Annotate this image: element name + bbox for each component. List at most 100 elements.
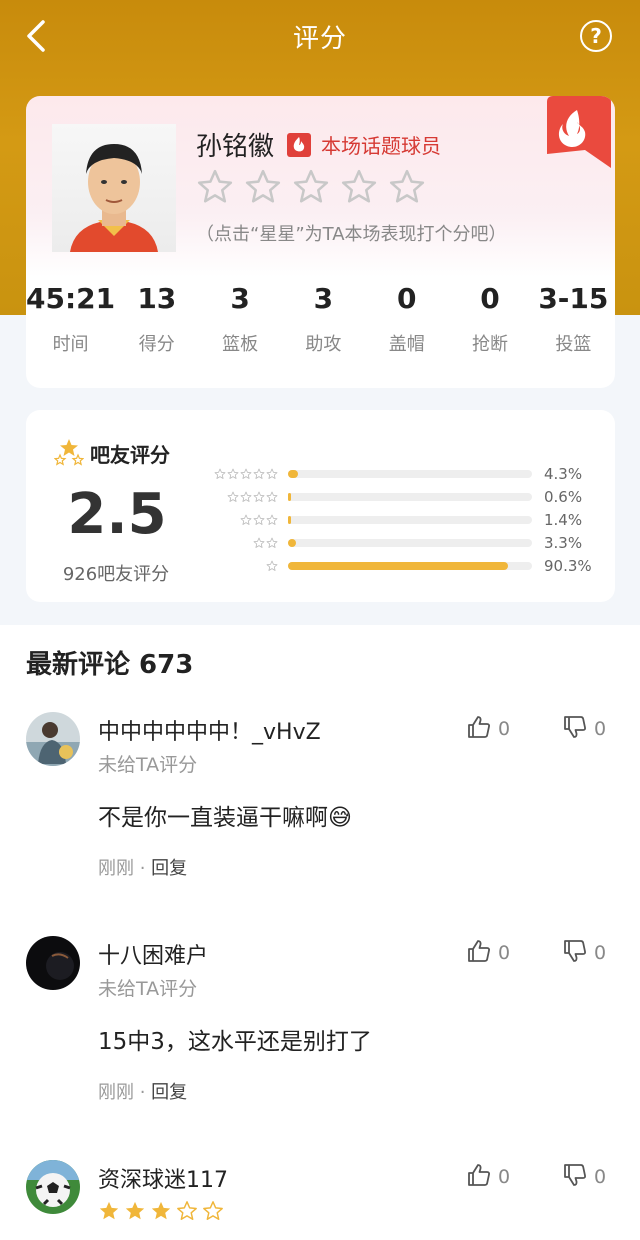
star-outline-icon: [266, 514, 278, 525]
fan-rating-count: 926吧友评分: [62, 564, 170, 585]
stat-value: 13: [137, 282, 177, 315]
fan-rating-score: 2.5: [67, 482, 167, 547]
like-button[interactable]: 0: [466, 714, 510, 744]
chevron-left-icon: [27, 20, 45, 52]
stat-label: 助攻: [305, 334, 342, 355]
star-outline-icon: [266, 468, 278, 479]
distribution-stars: [202, 514, 278, 526]
stat-value: 0: [480, 282, 500, 315]
rating-hint: （点击“星星”为TA本场表现打个分吧）: [196, 224, 507, 245]
distribution-track: [288, 516, 532, 524]
star-outline-icon: [253, 514, 265, 525]
star-outline-icon[interactable]: [244, 168, 282, 206]
comment-username[interactable]: 十八困难户: [98, 938, 208, 970]
star-outline-icon: [240, 468, 252, 479]
star-filled-icon: [125, 1201, 145, 1220]
dislike-count: 0: [594, 1166, 607, 1188]
like-count: 0: [498, 1166, 511, 1188]
stat-assists: 3 助攻: [282, 282, 365, 356]
comment-meta: 刚刚 · 回复: [98, 854, 187, 880]
comment-text: 不是你一直装逼干嘛啊😅: [98, 805, 352, 831]
like-button[interactable]: 0: [466, 938, 510, 968]
distribution-bar: [288, 470, 299, 478]
fan-rating-card: 吧友评分 2.5 926吧友评分 4.3% 0.6% 1.4% 3.3% 90.3%: [26, 410, 615, 602]
star-outline-icon: [240, 491, 252, 502]
distribution-row: 0.6%: [202, 487, 594, 507]
stat-value: 3: [230, 282, 250, 315]
fan-rating-title: 吧友评分: [90, 442, 170, 467]
distribution-stars: [202, 491, 278, 503]
distribution-bar: [288, 516, 292, 524]
like-count: 0: [498, 942, 511, 964]
star-outline-icon: [203, 1201, 223, 1220]
thumbs-up-icon: [466, 714, 492, 744]
rating-stars[interactable]: [196, 168, 426, 206]
distribution-track: [288, 493, 532, 501]
stat-blocks: 0 盖帽: [365, 282, 448, 356]
nav-bar: 评分 ?: [0, 0, 640, 72]
back-button[interactable]: [18, 18, 54, 54]
star-outline-icon[interactable]: [388, 168, 426, 206]
dislike-count: 0: [594, 942, 607, 964]
star-outline-icon: [253, 468, 265, 479]
distribution-track: [288, 470, 532, 478]
stat-label: 篮板: [222, 334, 259, 355]
star-outline-icon[interactable]: [292, 168, 330, 206]
player-stats: 45:21 时间 13 得分 3 篮板 3 助攻 0 盖帽 0 抢断 3-15 …: [26, 282, 615, 356]
star-outline-icon[interactable]: [196, 168, 234, 206]
comment-rating-text: 未给TA评分: [98, 754, 198, 776]
star-outline-icon[interactable]: [340, 168, 378, 206]
question-icon: ?: [590, 24, 602, 48]
comment-time: 刚刚: [98, 858, 134, 879]
avatar[interactable]: [26, 712, 80, 766]
meta-separator: ·: [134, 858, 152, 879]
distribution-track: [288, 539, 532, 547]
thumbs-up-icon: [466, 1162, 492, 1192]
reply-button[interactable]: 回复: [151, 1082, 187, 1103]
dislike-button[interactable]: 0: [562, 714, 606, 744]
avatar[interactable]: [26, 936, 80, 990]
thumbs-up-icon: [466, 938, 492, 968]
distribution-bar: [288, 493, 291, 501]
thumbs-down-icon: [562, 714, 588, 744]
help-button[interactable]: ?: [580, 20, 612, 52]
star-outline-icon: [177, 1201, 197, 1220]
thumbs-down-icon: [562, 938, 588, 968]
star-filled-icon: [151, 1201, 171, 1220]
distribution-track: [288, 562, 532, 570]
fan-rating-header: 吧友评分: [54, 438, 170, 468]
stat-label: 盖帽: [388, 334, 425, 355]
avatar[interactable]: [26, 1160, 80, 1214]
like-count: 0: [498, 718, 511, 740]
comment-username[interactable]: 中中中中中中！_vHvZ: [98, 714, 321, 746]
star-outline-icon: [266, 537, 278, 548]
star-outline-icon: [266, 560, 278, 571]
stat-label: 抢断: [472, 334, 509, 355]
dislike-button[interactable]: 0: [562, 1162, 606, 1192]
distribution-bar: [288, 562, 509, 570]
distribution-row: 1.4%: [202, 510, 594, 530]
like-button[interactable]: 0: [466, 1162, 510, 1192]
stars-cluster-icon: [54, 439, 84, 466]
distribution-percent: 4.3%: [544, 465, 583, 483]
distribution-row: 3.3%: [202, 533, 594, 553]
meta-separator: ·: [134, 1082, 152, 1103]
reply-button[interactable]: 回复: [151, 858, 187, 879]
dislike-button[interactable]: 0: [562, 938, 606, 968]
distribution-row: 4.3%: [202, 464, 594, 484]
distribution-stars: [202, 468, 278, 480]
stat-value: 0: [396, 282, 417, 315]
distribution-percent: 3.3%: [544, 534, 583, 552]
comment-username[interactable]: 资深球迷117: [98, 1162, 228, 1194]
star-outline-icon: [240, 514, 252, 525]
hot-ribbon-icon: [547, 96, 611, 168]
stat-points: 13 得分: [115, 282, 198, 356]
comments-header: 最新评论 673: [26, 650, 194, 680]
comment-time: 刚刚: [98, 1082, 134, 1103]
distribution-percent: 0.6%: [544, 488, 583, 506]
distribution-row: 90.3%: [202, 556, 594, 576]
star-outline-icon: [214, 468, 226, 479]
stat-steals: 0 抢断: [448, 282, 531, 356]
dislike-count: 0: [594, 718, 607, 740]
distribution-stars: [202, 537, 278, 549]
